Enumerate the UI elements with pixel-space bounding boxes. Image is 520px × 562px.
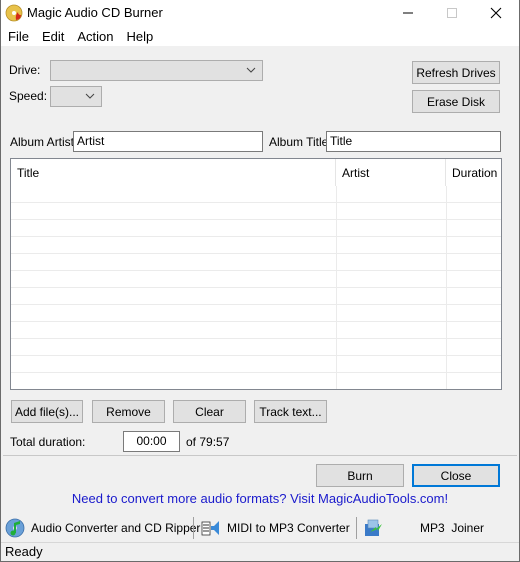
cd-burner-app-icon bbox=[5, 4, 23, 22]
grid-row-line bbox=[11, 355, 501, 356]
toolbar-separator bbox=[356, 517, 357, 539]
erase-disk-button[interactable]: Erase Disk bbox=[412, 90, 500, 113]
midi-converter-icon bbox=[201, 521, 219, 536]
speed-select[interactable] bbox=[50, 86, 102, 107]
close-icon bbox=[490, 7, 502, 19]
menu-edit[interactable]: Edit bbox=[35, 29, 70, 44]
drive-select[interactable] bbox=[50, 60, 263, 81]
grid-column-line bbox=[336, 186, 337, 389]
grid-row-line bbox=[11, 236, 501, 237]
total-duration-label: Total duration: bbox=[10, 435, 86, 449]
column-title[interactable]: Title bbox=[11, 159, 336, 186]
track-list-header: Title Artist Duration bbox=[11, 159, 501, 186]
midi-converter-link[interactable]: MIDI to MP3 Converter bbox=[201, 517, 350, 539]
grid-row-line bbox=[11, 338, 501, 339]
album-artist-input[interactable]: Artist bbox=[73, 131, 263, 152]
grid-row-line bbox=[11, 304, 501, 305]
chevron-down-icon bbox=[85, 93, 95, 99]
speed-label: Speed: bbox=[9, 89, 48, 103]
grid-row-line bbox=[11, 202, 501, 203]
midi-converter-label: MIDI to MP3 Converter bbox=[227, 521, 350, 535]
remove-button[interactable]: Remove bbox=[92, 400, 165, 423]
status-text: Ready bbox=[5, 544, 43, 559]
column-artist[interactable]: Artist bbox=[336, 159, 446, 186]
total-duration-value: 00:00 bbox=[123, 431, 180, 452]
grid-row-line bbox=[11, 287, 501, 288]
album-title-input[interactable]: Title bbox=[326, 131, 501, 152]
grid-column-line bbox=[446, 186, 447, 389]
minimize-icon bbox=[403, 12, 413, 14]
grid-row-line bbox=[11, 253, 501, 254]
maximize-button[interactable] bbox=[429, 0, 475, 26]
minimize-button[interactable] bbox=[385, 0, 431, 26]
menu-file[interactable]: File bbox=[1, 29, 35, 44]
album-artist-label: Album Artist: bbox=[10, 135, 78, 149]
grid-row-line bbox=[11, 270, 501, 271]
burn-button[interactable]: Burn bbox=[316, 464, 404, 487]
audio-converter-icon bbox=[5, 518, 25, 538]
mp3-joiner-label: MP3 Joiner bbox=[420, 521, 485, 535]
status-bar: Ready bbox=[1, 542, 519, 561]
close-window-button[interactable] bbox=[473, 0, 519, 26]
menu-help[interactable]: Help bbox=[120, 29, 160, 44]
mp3-joiner-icon bbox=[365, 519, 382, 536]
promo-link[interactable]: Need to convert more audio formats? Visi… bbox=[1, 491, 519, 506]
grid-row-line bbox=[11, 372, 501, 373]
track-list[interactable]: Title Artist Duration bbox=[10, 158, 502, 390]
mp3-joiner-link[interactable]: MP3 Joiner bbox=[364, 517, 484, 539]
audio-converter-label: Audio Converter and CD Ripper bbox=[31, 521, 201, 535]
window-title: Magic Audio CD Burner bbox=[27, 5, 163, 20]
divider bbox=[3, 455, 517, 456]
drive-label: Drive: bbox=[9, 63, 41, 77]
title-bar: Magic Audio CD Burner bbox=[1, 0, 519, 26]
capacity-text: of 79:57 bbox=[186, 435, 230, 449]
add-files-button[interactable]: Add file(s)... bbox=[11, 400, 83, 423]
album-title-label: Album Title: bbox=[269, 135, 332, 149]
clear-button[interactable]: Clear bbox=[173, 400, 246, 423]
column-duration[interactable]: Duration bbox=[446, 159, 501, 186]
menu-bar: File Edit Action Help bbox=[1, 26, 519, 46]
audio-converter-link[interactable]: Audio Converter and CD Ripper bbox=[5, 517, 200, 539]
toolbar-separator bbox=[193, 517, 194, 539]
main-window: Magic Audio CD Burner File Edit Action H… bbox=[0, 0, 520, 562]
maximize-icon bbox=[447, 8, 457, 18]
menu-action[interactable]: Action bbox=[70, 29, 119, 44]
grid-row-line bbox=[11, 321, 501, 322]
close-button[interactable]: Close bbox=[412, 464, 500, 487]
grid-row-line bbox=[11, 219, 501, 220]
refresh-drives-button[interactable]: Refresh Drives bbox=[412, 61, 500, 84]
track-text-button[interactable]: Track text... bbox=[254, 400, 327, 423]
chevron-down-icon bbox=[246, 67, 256, 73]
